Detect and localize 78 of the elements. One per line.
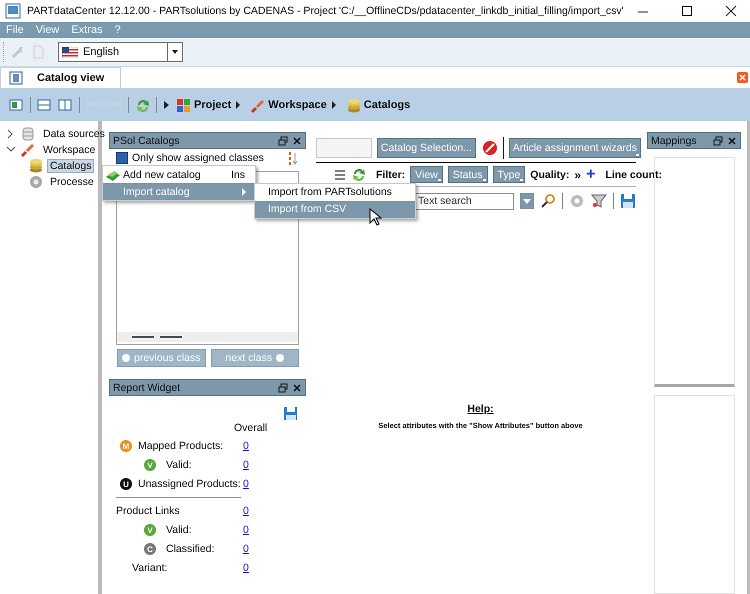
quality-label: Quality:: [530, 168, 570, 180]
maximize-icon[interactable]: [680, 4, 694, 18]
row-label: Mapped Products:: [138, 440, 224, 452]
close-icon[interactable]: [724, 4, 738, 18]
sort-icon[interactable]: [288, 150, 298, 166]
row-label: Valid:: [166, 459, 192, 471]
row-label: Unassigned Products:: [138, 478, 241, 490]
list-icon[interactable]: [334, 168, 346, 181]
count-link[interactable]: 0: [243, 440, 293, 452]
save-icon[interactable]: [620, 193, 636, 209]
breadcrumb-item[interactable]: Project: [176, 98, 240, 112]
window-title: PARTdataCenter 12.12.00 - PARTsolutions by CADENAS - Project 'C:/__OfflineCDs/pdatacenter_linkdb_initial_filling/import_csv': [27, 5, 624, 17]
no-entry-icon[interactable]: [482, 140, 498, 156]
close-icon[interactable]: [292, 136, 302, 146]
view-icon: [9, 71, 23, 85]
refresh-icon[interactable]: [351, 167, 366, 182]
count-link[interactable]: 0: [243, 478, 293, 490]
breadcrumb-item[interactable]: Catalogs: [346, 98, 410, 112]
tree-item[interactable]: Workspace: [40, 143, 98, 157]
row-label: Product Links: [116, 505, 180, 517]
scrollbar[interactable]: [117, 332, 298, 342]
dropdown-icon[interactable]: [520, 193, 534, 209]
language-dropdown[interactable]: English: [58, 42, 183, 62]
more-button[interactable]: »: [574, 168, 582, 182]
help-title: Help:: [467, 403, 494, 415]
squares-icon: [176, 98, 191, 112]
count-link[interactable]: 0: [243, 543, 293, 555]
restore-icon[interactable]: [278, 382, 288, 392]
app-icon: [5, 3, 21, 19]
search-field[interactable]: Text search: [414, 192, 514, 210]
gear-icon: [28, 174, 44, 190]
close-icon[interactable]: [292, 382, 302, 392]
line-count-label: Line count:: [605, 168, 662, 180]
flag-icon: [62, 46, 78, 58]
status-badge: M: [120, 440, 132, 452]
split-view-icon[interactable]: [37, 98, 52, 112]
panel-icon[interactable]: [9, 98, 24, 112]
status-badge: V: [144, 459, 156, 471]
search-icon[interactable]: [540, 193, 556, 209]
brush-icon: [250, 98, 266, 112]
menu-item[interactable]: Add new catalog Ins: [103, 166, 255, 183]
brush-icon: [20, 142, 36, 158]
row-label: Valid:: [166, 524, 192, 536]
tree-item[interactable]: Processe: [47, 175, 97, 189]
column-header: Overall: [234, 422, 268, 434]
caret-icon: [171, 49, 179, 55]
stack-icon: [28, 158, 44, 174]
panel-title: Report Widget: [113, 382, 180, 394]
save-icon[interactable]: [283, 406, 297, 420]
count-link[interactable]: 0: [243, 524, 293, 536]
add-button[interactable]: +: [586, 168, 596, 182]
filter-label: Filter:: [376, 168, 406, 180]
tree-item[interactable]: Catalogs: [47, 159, 94, 173]
columns-icon[interactable]: [58, 98, 73, 112]
input-field[interactable]: [316, 138, 372, 158]
row-label: Variant:: [132, 562, 168, 574]
stack-icon: [346, 98, 361, 112]
tree-item[interactable]: Data sources: [40, 127, 108, 141]
restore-icon[interactable]: [713, 136, 723, 146]
breadcrumb-item[interactable]: Workspace: [250, 98, 336, 112]
row-label: Classified:: [166, 543, 214, 555]
filter-icon[interactable]: [591, 193, 607, 209]
restore-icon[interactable]: [278, 136, 288, 146]
count-link[interactable]: 0: [243, 562, 293, 574]
menu-item[interactable]: Import from PARTsolutions: [255, 184, 415, 201]
status-badge: C: [144, 543, 156, 555]
status-badge: V: [144, 524, 156, 536]
count-link[interactable]: 0: [243, 459, 293, 471]
close-icon[interactable]: [727, 136, 737, 146]
database-icon: [20, 126, 36, 142]
count-link[interactable]: 0: [243, 505, 293, 517]
play-icon[interactable]: [163, 100, 170, 110]
panel-title: Mappings: [651, 134, 697, 146]
status-badge: U: [120, 478, 132, 490]
panel-title: PSol Catalogs: [113, 134, 180, 146]
checkbox[interactable]: [116, 152, 128, 164]
checkbox-label: Only show assigned classes: [132, 152, 264, 164]
tab[interactable]: Catalog view: [0, 67, 122, 88]
